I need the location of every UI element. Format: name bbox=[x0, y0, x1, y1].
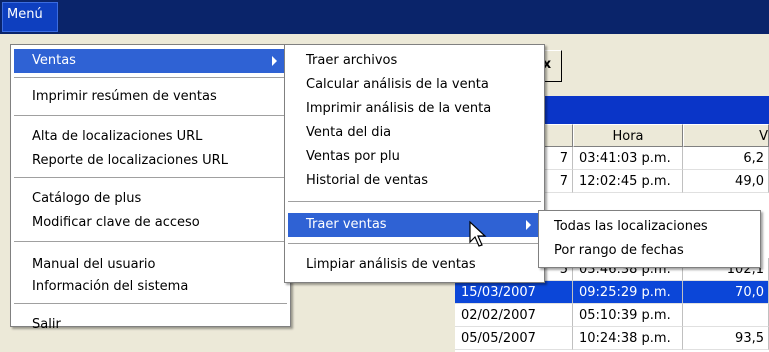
submenu-item-ventas-plu[interactable]: Ventas por plu bbox=[288, 145, 541, 169]
menu-bar-label: Menú bbox=[7, 7, 43, 22]
traer-ventas-submenu: Todas las localizaciones Por rango de fe… bbox=[538, 210, 761, 268]
menu-separator bbox=[14, 115, 287, 116]
column-header-hora[interactable]: Hora bbox=[573, 124, 683, 147]
grid-title-bar bbox=[520, 96, 769, 124]
menu-item-salir[interactable]: Salir bbox=[14, 313, 287, 337]
cell-valor[interactable]: 6,2 bbox=[683, 147, 769, 170]
submenu-item-venta-dia[interactable]: Venta del dia bbox=[288, 121, 541, 145]
submenu-item-imprimir-analisis[interactable]: Imprimir análisis de la venta bbox=[288, 97, 541, 121]
menu-item-ventas[interactable]: Ventas bbox=[14, 49, 287, 73]
menu-item-imprimir-resumen[interactable]: Imprimir resúmen de ventas bbox=[14, 85, 287, 109]
submenu-item-label: Traer ventas bbox=[306, 217, 387, 232]
submenu-item-rango-fechas[interactable]: Por rango de fechas bbox=[542, 239, 757, 263]
submenu-item-todas-localizaciones[interactable]: Todas las localizaciones bbox=[542, 215, 757, 239]
submenu-arrow-icon bbox=[272, 56, 277, 66]
menu-item-manual-usuario[interactable]: Manual del usuario bbox=[14, 253, 287, 277]
cell-hora[interactable]: 12:02:45 p.m. bbox=[573, 170, 683, 193]
cell-fecha-selected[interactable]: 15/03/2007 bbox=[455, 281, 573, 304]
menu-separator bbox=[288, 201, 541, 202]
menu-bar bbox=[0, 0, 769, 34]
ventas-submenu: Traer archivos Calcular análisis de la v… bbox=[284, 44, 545, 283]
menu-bar-item-menu[interactable]: Menú bbox=[2, 2, 58, 32]
main-menu: Ventas Imprimir resúmen de ventas Alta d… bbox=[10, 44, 291, 332]
menu-separator bbox=[14, 241, 287, 242]
cell-valor[interactable] bbox=[683, 304, 769, 327]
cell-fecha[interactable]: 05/05/2007 bbox=[455, 327, 573, 350]
cell-hora[interactable]: 10:24:38 p.m. bbox=[573, 327, 683, 350]
cell-valor-selected[interactable]: 70,0 bbox=[683, 281, 769, 304]
menu-item-alta-localizaciones[interactable]: Alta de localizaciones URL bbox=[14, 125, 287, 149]
menu-separator bbox=[14, 77, 287, 78]
menu-separator bbox=[288, 243, 541, 244]
cell-fecha[interactable]: 02/02/2007 bbox=[455, 304, 573, 327]
mouse-cursor-icon bbox=[469, 220, 487, 247]
menu-item-reporte-localizaciones[interactable]: Reporte de localizaciones URL bbox=[14, 149, 287, 173]
submenu-item-traer-ventas[interactable]: Traer ventas bbox=[288, 213, 541, 237]
column-header-valor[interactable]: V bbox=[683, 124, 769, 147]
submenu-item-calcular-analisis[interactable]: Calcular análisis de la venta bbox=[288, 73, 541, 97]
submenu-item-historial-ventas[interactable]: Historial de ventas bbox=[288, 169, 541, 193]
submenu-item-limpiar-analisis[interactable]: Limpiar análisis de ventas bbox=[288, 253, 541, 277]
submenu-arrow-icon bbox=[526, 220, 531, 230]
menu-item-label: Ventas bbox=[32, 53, 76, 68]
cell-hora[interactable]: 05:10:39 p.m. bbox=[573, 304, 683, 327]
menu-separator bbox=[14, 177, 287, 178]
menu-item-informacion-sistema[interactable]: Información del sistema bbox=[14, 275, 287, 299]
cell-hora[interactable]: 03:41:03 p.m. bbox=[573, 147, 683, 170]
cell-valor[interactable]: 49,0 bbox=[683, 170, 769, 193]
menu-item-modificar-clave[interactable]: Modificar clave de acceso bbox=[14, 211, 287, 235]
cell-hora-selected[interactable]: 09:25:29 p.m. bbox=[573, 281, 683, 304]
cell-valor[interactable]: 93,5 bbox=[683, 327, 769, 350]
menu-item-catalogo-plus[interactable]: Catálogo de plus bbox=[14, 187, 287, 211]
menu-separator bbox=[14, 303, 287, 304]
submenu-item-traer-archivos[interactable]: Traer archivos bbox=[288, 49, 541, 73]
